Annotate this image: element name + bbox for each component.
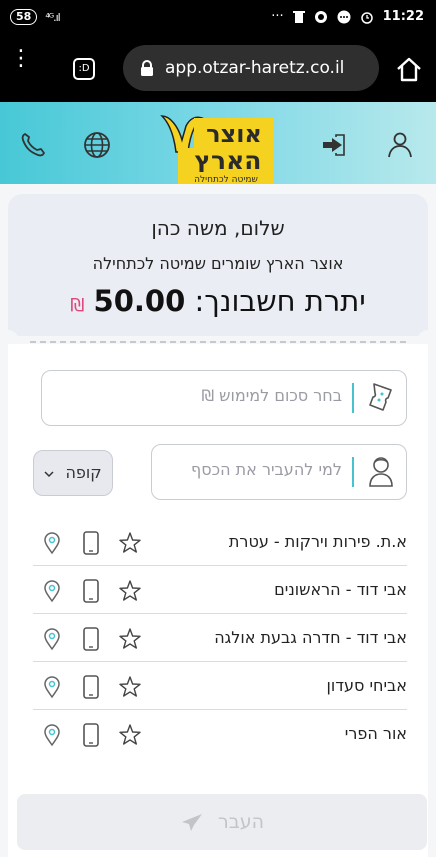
location-pin-icon[interactable] [41,675,63,699]
trash-notification-icon [292,11,305,23]
clock: 11:22 [382,9,424,24]
tabs-button[interactable]: :D [73,58,95,80]
voucher-icon [369,383,392,411]
address-bar[interactable]: app.otzar-haretz.co.il [123,45,379,91]
browser-menu-icon[interactable]: ⋮ [10,48,32,82]
more-notifications-icon: ··· [271,9,284,24]
list-item[interactable]: אור הפרי [33,710,407,758]
phone-device-icon[interactable] [80,723,102,747]
signal-icon: ⁴ᴳ.ıl [45,10,60,24]
field-separator [352,383,354,413]
location-pin-icon[interactable] [41,531,63,555]
home-icon[interactable] [395,56,423,82]
field-separator [352,457,354,487]
amount-field[interactable]: בחר סכום למימוש ₪ [41,370,407,426]
alarm-icon [360,11,373,24]
chevron-down-icon [44,470,54,477]
category-select[interactable]: קופה [33,450,113,496]
location-pin-icon[interactable] [41,579,63,603]
user-name: משה כהן [151,216,228,240]
user-profile-icon[interactable] [385,130,415,160]
store-name: אור הפרי [344,724,407,743]
status-bar: 58 ⁴ᴳ.ıl ··· 11:22 [0,0,436,36]
otzar-haretz-logo[interactable]: אוצר הארץ שמיטה לכתחילה [148,112,278,185]
currency-symbol: ₪ [70,295,85,316]
app-notification-icon [314,10,327,23]
greeting-label: שלום, [234,216,285,240]
greeting: שלום, משה כהן [8,216,428,240]
app-header: אוצר הארץ שמיטה לכתחילה [0,102,436,185]
list-item[interactable]: אבי דוד - חדרה גבעת אולגה [33,614,407,662]
balance-line: יתרת חשבונך: 50.00 ₪ [8,284,428,318]
category-select-value: קופה [65,463,102,482]
transfer-button-label: העבר [218,811,265,833]
chat-notification-icon [337,10,351,23]
phone-device-icon[interactable] [80,531,102,555]
user-avatar-icon [369,457,393,487]
transfer-button[interactable]: העבר [17,794,427,850]
logo-line1: אוצר [206,120,262,148]
logo-line2: הארץ [195,146,262,175]
amount-placeholder: בחר סכום למימוש ₪ [201,386,342,405]
ticket-divider [30,341,406,343]
star-icon[interactable] [119,723,141,747]
list-item[interactable]: אבי דוד - הראשונים [33,566,407,614]
browser-toolbar: ⋮ :D app.otzar-haretz.co.il [0,36,436,102]
url-text: app.otzar-haretz.co.il [165,58,345,78]
brand-tagline: אוצר הארץ שומרים שמיטה לכתחילה [92,254,344,273]
star-icon[interactable] [119,579,141,603]
balance-label: יתרת חשבונך: [194,284,366,318]
store-name: אבי דוד - חדרה גבעת אולגה [214,628,407,647]
battery-indicator: 58 [10,9,38,25]
store-list: א.ת. פירות וירקות - עטרת אבי דוד - הראשו… [33,518,407,758]
recipient-field[interactable]: למי להעביר את הכסף [151,444,407,500]
phone-icon[interactable] [18,130,48,160]
send-icon [181,813,202,831]
logo-tagline: שמיטה לכתחילה [194,175,258,184]
star-icon[interactable] [119,675,141,699]
star-icon[interactable] [119,531,141,555]
location-pin-icon[interactable] [41,627,63,651]
store-name: אביחי סעדון [326,676,408,695]
globe-icon[interactable] [82,130,112,160]
store-name: א.ת. פירות וירקות - עטרת [228,532,407,551]
balance-card: שלום, משה כהן אוצר הארץ שומרים שמיטה לכת… [8,194,428,336]
balance-amount: 50.00 [93,284,186,318]
logo-graphic: אוצר הארץ שמיטה לכתחילה [160,115,274,185]
list-item[interactable]: אביחי סעדון [33,662,407,710]
store-name: אבי דוד - הראשונים [274,580,407,599]
lock-icon [141,60,153,76]
list-item[interactable]: א.ת. פירות וירקות - עטרת [33,518,407,566]
phone-device-icon[interactable] [80,627,102,651]
recipient-placeholder: למי להעביר את הכסף [191,460,342,479]
star-icon[interactable] [119,627,141,651]
phone-device-icon[interactable] [80,579,102,603]
logout-icon[interactable] [318,130,348,160]
location-pin-icon[interactable] [41,723,63,747]
phone-device-icon[interactable] [80,675,102,699]
main-content: שלום, משה כהן אוצר הארץ שומרים שמיטה לכת… [0,184,436,857]
